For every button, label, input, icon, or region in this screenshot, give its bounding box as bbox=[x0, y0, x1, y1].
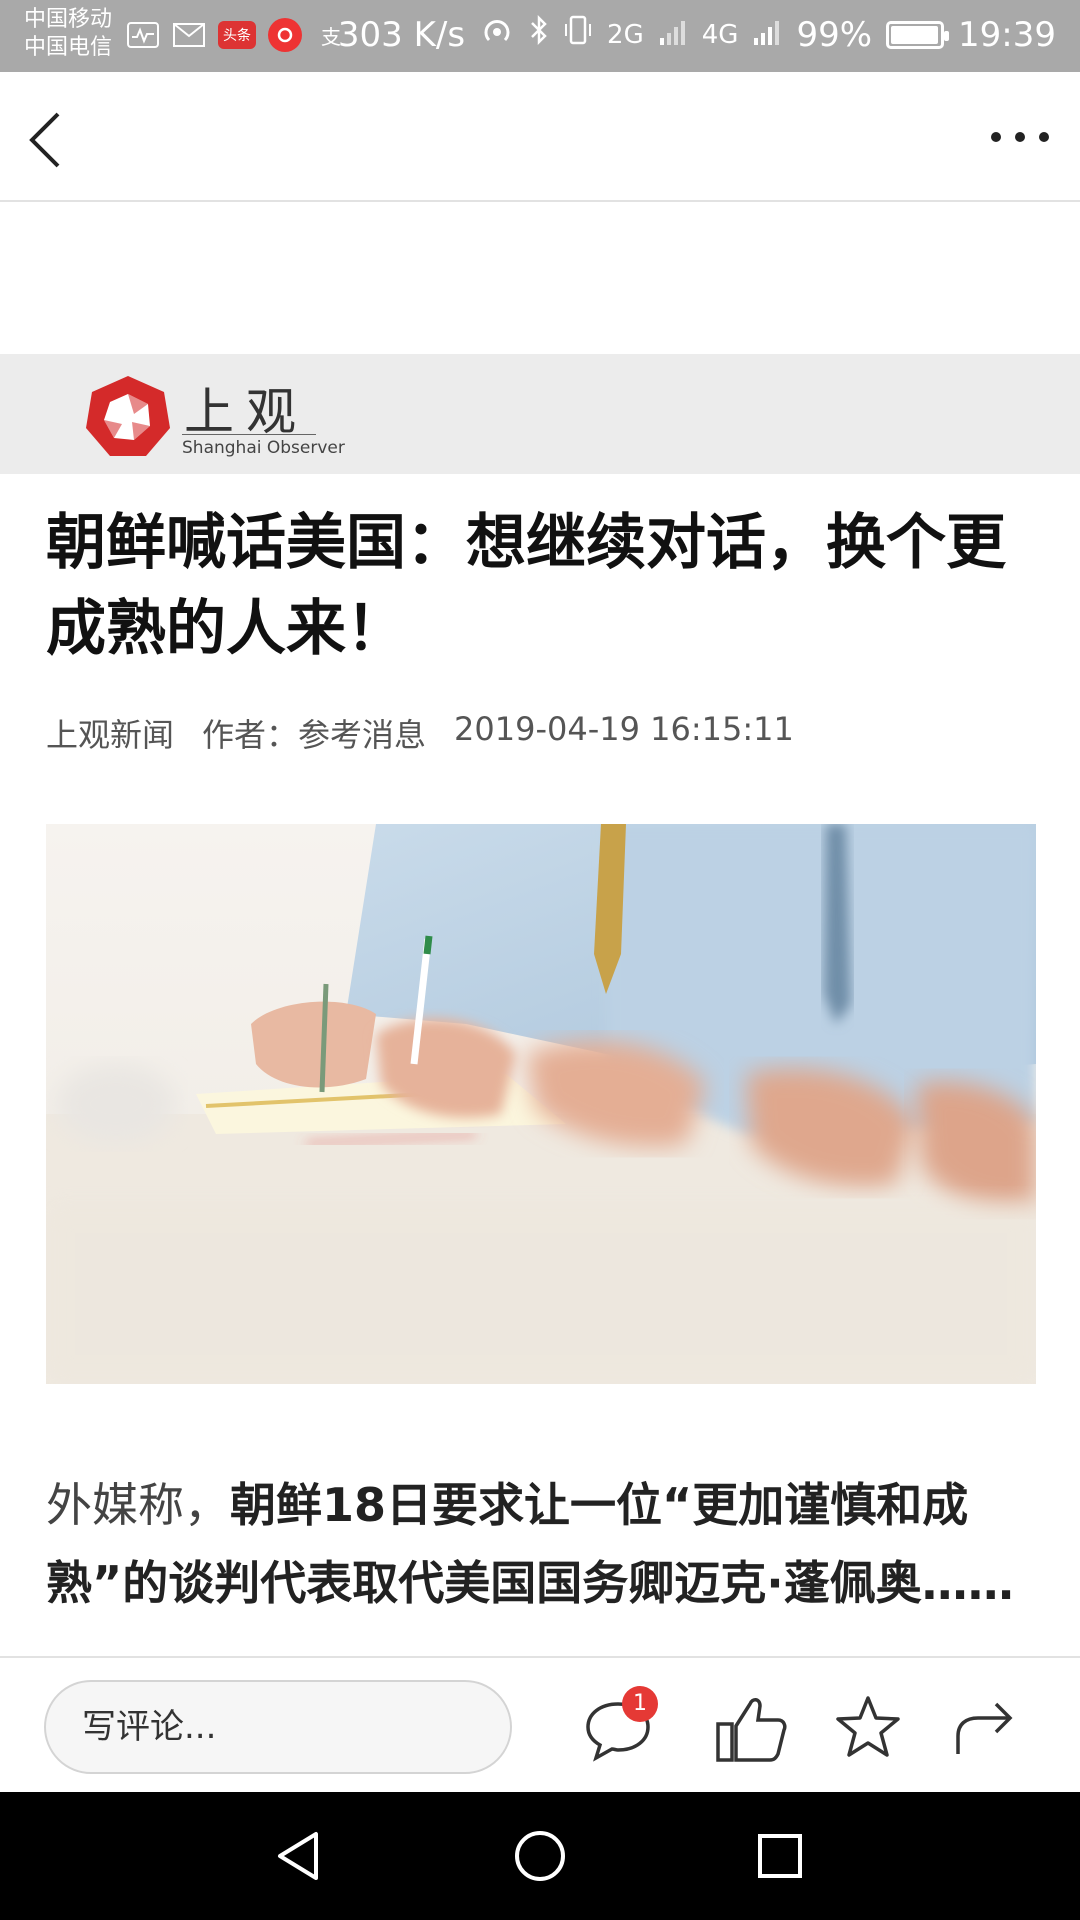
vibrate-icon bbox=[563, 14, 593, 55]
nav-back-button[interactable] bbox=[258, 1816, 338, 1896]
battery-icon bbox=[886, 20, 950, 49]
comment-count-badge: 1 bbox=[622, 1686, 658, 1722]
system-status: 303 K/s 2G 4G 99% 19:39 bbox=[338, 14, 1056, 55]
network-speed: 303 K/s bbox=[337, 14, 466, 55]
shanghai-observer-logo-icon bbox=[86, 376, 170, 456]
article-body: 外媒称，朝鲜18日要求让一位“更加谨慎和成熟”的谈判代表取代美国国务卿迈克·蓬佩… bbox=[46, 1466, 1036, 1656]
comments-button[interactable]: 1 bbox=[578, 1686, 658, 1768]
back-button[interactable] bbox=[14, 100, 84, 180]
body-lead: 外媒称， bbox=[46, 1478, 230, 1532]
system-navigation-bar bbox=[0, 1792, 1080, 1920]
clock: 19:39 bbox=[958, 14, 1056, 55]
bluetooth-icon bbox=[529, 14, 549, 55]
activity-icon bbox=[126, 18, 160, 52]
brand-name-en: Shanghai Observer bbox=[182, 438, 345, 458]
network-4g: 4G bbox=[701, 19, 739, 50]
nav-home-button[interactable] bbox=[500, 1816, 580, 1896]
mail-icon bbox=[172, 18, 206, 52]
netease-music-icon bbox=[268, 18, 302, 52]
business-meeting-photo bbox=[46, 824, 1036, 1384]
chevron-left-icon bbox=[29, 112, 60, 168]
status-bar: 中国移动 中国电信 头条 支 303 K/s 2G 4G 99% 19:39 bbox=[0, 0, 1080, 72]
source-banner: 上观 Shanghai Observer bbox=[0, 354, 1080, 474]
carrier-1: 中国移动 bbox=[24, 7, 113, 32]
article-author: 作者：参考消息 bbox=[202, 716, 427, 754]
blank-space bbox=[0, 204, 1080, 354]
carrier-2: 中国电信 bbox=[24, 35, 113, 60]
nav-recents-icon bbox=[758, 1834, 802, 1878]
article-meta: 上观新闻 作者：参考消息 2019-04-19 16:15:11 bbox=[46, 710, 794, 756]
share-button[interactable] bbox=[944, 1688, 1024, 1768]
brand-divider bbox=[182, 434, 316, 435]
more-horizontal-icon bbox=[991, 132, 1049, 142]
toutiao-icon: 头条 bbox=[218, 21, 256, 49]
like-button[interactable] bbox=[712, 1688, 792, 1768]
star-icon bbox=[836, 1696, 900, 1757]
comment-input[interactable]: 写评论... bbox=[44, 1680, 512, 1774]
nav-recents-button[interactable] bbox=[740, 1816, 820, 1896]
article-hero-image[interactable] bbox=[46, 824, 1036, 1384]
battery-level: 99% bbox=[796, 14, 873, 55]
article-datetime: 2019-04-19 16:15:11 bbox=[454, 710, 794, 748]
more-options-button[interactable] bbox=[980, 102, 1060, 172]
signal-icon bbox=[658, 15, 688, 55]
thumbs-up-icon bbox=[716, 1698, 787, 1762]
article-source[interactable]: 上观新闻 bbox=[46, 710, 174, 756]
hotspot-icon bbox=[479, 14, 515, 55]
article-title: 朝鲜喊话美国：想继续对话，换个更成熟的人来！ bbox=[46, 508, 1006, 664]
share-icon bbox=[956, 1702, 1013, 1754]
notification-icons: 头条 支 bbox=[126, 18, 348, 52]
favorite-button[interactable] bbox=[828, 1688, 908, 1768]
article-action-bar: 写评论... 1 bbox=[0, 1656, 1080, 1792]
network-2g: 2G bbox=[607, 19, 644, 50]
top-app-bar bbox=[0, 72, 1080, 202]
signal-icon-2 bbox=[752, 15, 782, 55]
nav-home-icon bbox=[515, 1831, 565, 1881]
nav-back-icon bbox=[278, 1832, 318, 1880]
carrier-info: 中国移动 中国电信 bbox=[24, 6, 112, 62]
